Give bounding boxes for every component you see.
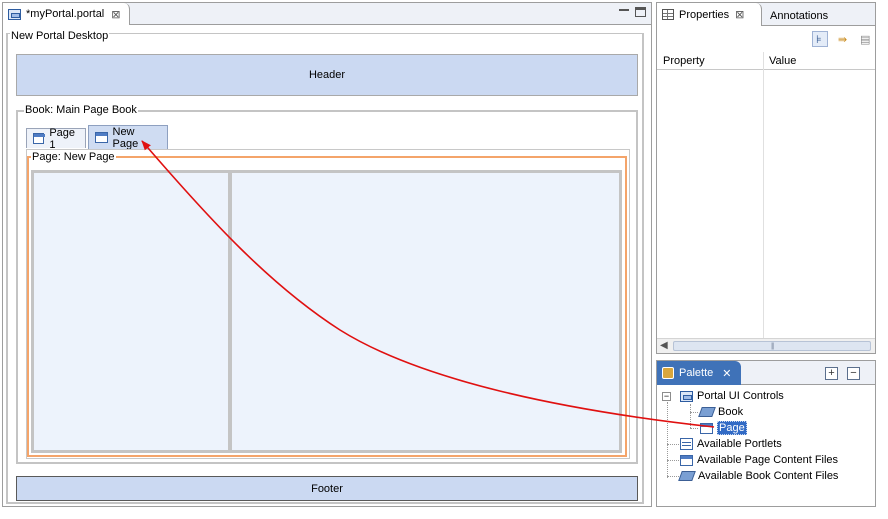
page-icon [95, 132, 108, 143]
minimize-icon[interactable] [619, 8, 629, 11]
tree-connector [667, 460, 679, 461]
tree-connector [690, 404, 691, 428]
tab-new-page-label: New Page [112, 125, 139, 150]
palette-icon [662, 367, 674, 379]
tree-connector [690, 412, 698, 413]
portal-file-icon [680, 390, 693, 402]
tab-palette-label: Palette [679, 367, 714, 379]
restore-default-button[interactable]: ▤ [856, 31, 872, 47]
palette-item-label: Available Page Content Files [697, 454, 839, 466]
close-icon[interactable]: ⊠ [111, 8, 120, 21]
properties-view: Properties ⊠ Annotations ⊧ ⇛ ▤ Property … [656, 2, 876, 354]
header-label: Header [308, 69, 346, 81]
filter-icon: ⇛ [838, 34, 848, 46]
tab-properties[interactable]: Properties ⊠ [657, 3, 762, 26]
palette-item-available-portlets[interactable]: Available Portlets [680, 436, 782, 452]
tab-annotations-label: Annotations [770, 9, 829, 22]
portlet-icon [680, 438, 693, 450]
tree-icon: ⊧ [816, 34, 822, 46]
properties-icon [662, 9, 674, 20]
scrollbar-thumb[interactable]: ||| [673, 341, 871, 351]
placeholder-left[interactable] [34, 173, 229, 450]
properties-tab-bar: Properties ⊠ Annotations [657, 3, 875, 26]
properties-toolbar: ⊧ ⇛ ▤ [657, 26, 875, 52]
tree-connector [667, 444, 679, 445]
palette-item-label: Available Book Content Files [698, 470, 839, 482]
page-icon [700, 422, 713, 434]
palette-item-page[interactable]: Page [700, 420, 747, 436]
placeholder-right[interactable] [232, 173, 619, 450]
tab-new-page[interactable]: New Page [88, 125, 168, 150]
footer-region[interactable]: Footer [16, 476, 638, 501]
tree-connector [690, 428, 698, 429]
desktop-label: New Portal Desktop [10, 30, 110, 42]
book-label: Book: Main Page Book [24, 104, 138, 116]
grip-icon: ||| [771, 343, 775, 350]
show-categories-button[interactable]: ⊧ [812, 31, 828, 47]
footer-label: Footer [311, 482, 343, 495]
page-label: Page: New Page [31, 151, 116, 163]
column-header-value[interactable]: Value [769, 55, 796, 67]
page-icon [33, 133, 46, 144]
horizontal-scrollbar[interactable]: ◀ ||| [657, 338, 875, 353]
palette-item-available-book-content-files[interactable]: Available Book Content Files [678, 468, 839, 484]
palette-item-label: Available Portlets [697, 438, 782, 450]
maximize-icon[interactable] [635, 7, 646, 17]
column-separator [763, 52, 764, 342]
tab-page-1-label: Page 1 [49, 126, 76, 151]
tab-properties-label: Properties [679, 8, 730, 21]
palette-item-available-page-content-files[interactable]: Available Page Content Files [680, 452, 838, 468]
editor-tab-label: *myPortal.portal [26, 8, 105, 20]
tree-connector [667, 402, 668, 478]
palette-group-label: Portal UI Controls [697, 390, 784, 402]
show-advanced-button[interactable]: ⇛ [834, 31, 850, 47]
scroll-left-icon[interactable]: ◀ [660, 340, 668, 351]
tab-page-1[interactable]: Page 1 [26, 126, 86, 151]
tab-palette[interactable]: Palette ✕ [657, 361, 741, 385]
collapse-all-button[interactable]: − [847, 367, 860, 380]
palette-item-page-label: Page [717, 421, 747, 435]
book-icon [698, 407, 716, 417]
palette-view: Palette ✕ + − [656, 360, 876, 507]
palette-item-book-label: Book [718, 406, 744, 418]
editor-tab-myportal[interactable]: *myPortal.portal ⊠ [3, 3, 130, 25]
column-header-property[interactable]: Property [663, 55, 705, 67]
header-region[interactable]: Header [16, 54, 638, 96]
tree-connector [667, 476, 679, 477]
book-icon [678, 471, 696, 481]
palette-tab-bar: Palette ✕ + − [657, 361, 875, 385]
close-icon[interactable]: ⊠ [735, 8, 744, 21]
tab-annotations[interactable]: Annotations [765, 7, 828, 24]
editor-tab-bar: *myPortal.portal ⊠ [3, 3, 651, 25]
palette-item-book[interactable]: Book [698, 404, 744, 420]
restore-icon: ▤ [860, 34, 871, 46]
portal-file-icon [8, 8, 21, 20]
expand-all-button[interactable]: + [825, 367, 838, 380]
close-icon[interactable]: ✕ [722, 367, 731, 380]
palette-group-portal-ui-controls[interactable]: Portal UI Controls [680, 388, 784, 404]
page-icon [680, 454, 693, 466]
collapse-toggle-icon[interactable]: − [662, 392, 671, 401]
